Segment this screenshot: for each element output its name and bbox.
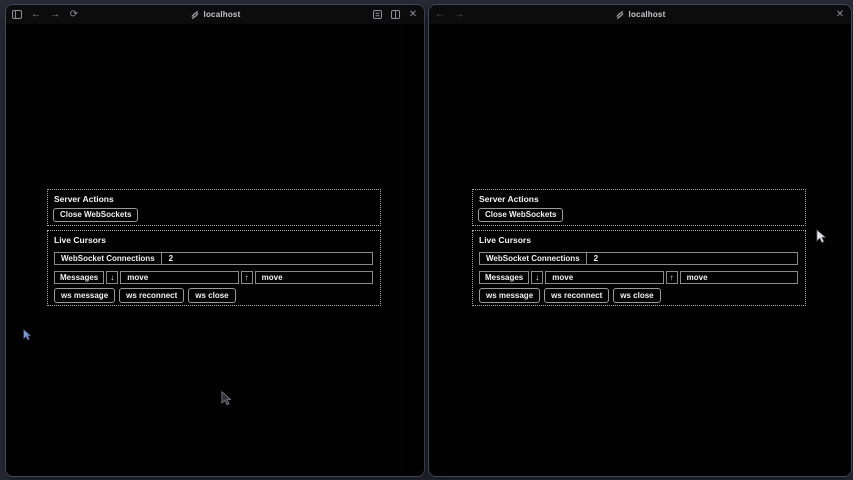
- connections-count: 2: [162, 253, 372, 264]
- received-message: move: [120, 271, 238, 284]
- received-message: move: [545, 271, 663, 284]
- messages-label: Messages: [479, 271, 529, 284]
- live-cursors-section: Live Cursors WebSocket Connections 2 Mes…: [47, 230, 381, 306]
- connections-count: 2: [587, 253, 797, 264]
- ws-close-button[interactable]: ws close: [613, 288, 660, 303]
- url-text[interactable]: localhost: [204, 10, 241, 19]
- ws-reconnect-button[interactable]: ws reconnect: [119, 288, 184, 303]
- close-icon[interactable]: ✕: [408, 10, 418, 20]
- arrow-up-icon: ↑: [241, 271, 253, 284]
- reload-icon[interactable]: ⟳: [69, 10, 79, 20]
- connections-row: WebSocket Connections 2: [479, 252, 798, 265]
- server-actions-section: Server Actions Close WebSockets: [47, 189, 381, 226]
- section-title: Live Cursors: [54, 235, 106, 245]
- sidebar-icon[interactable]: [12, 10, 22, 20]
- ws-buttons-row: ws message ws reconnect ws close: [479, 288, 661, 303]
- toolbar-right-group: ✕: [372, 10, 418, 20]
- split-view-icon[interactable]: [390, 10, 400, 20]
- sent-message: move: [680, 271, 798, 284]
- toolbar-right-group: ✕: [835, 10, 845, 20]
- page-content: Server Actions Close WebSockets Live Cur…: [6, 24, 424, 476]
- back-icon[interactable]: ←: [31, 10, 41, 20]
- section-title: Live Cursors: [479, 235, 531, 245]
- url-text[interactable]: localhost: [629, 10, 666, 19]
- live-cursors-section: Live Cursors WebSocket Connections 2 Mes…: [472, 230, 806, 306]
- ws-reconnect-button[interactable]: ws reconnect: [544, 288, 609, 303]
- toolbar-left-group: ← → ⟳: [12, 10, 79, 20]
- back-icon[interactable]: ←: [435, 10, 445, 20]
- section-title: Server Actions: [54, 194, 114, 204]
- messages-row: Messages ↓ move ↑ move: [54, 271, 373, 284]
- messages-label: Messages: [54, 271, 104, 284]
- close-websockets-button[interactable]: Close WebSockets: [53, 208, 138, 222]
- server-actions-section: Server Actions Close WebSockets: [472, 189, 806, 226]
- link-icon: [615, 10, 625, 20]
- browser-toolbar: ← → ⟳ localhost ✕: [6, 5, 424, 24]
- browser-window-left: ← → ⟳ localhost ✕ Server Actions Close W…: [5, 4, 425, 477]
- forward-icon[interactable]: →: [454, 10, 464, 20]
- ws-message-button[interactable]: ws message: [54, 288, 115, 303]
- arrow-up-icon: ↑: [666, 271, 678, 284]
- ws-close-button[interactable]: ws close: [188, 288, 235, 303]
- connections-label: WebSocket Connections: [55, 253, 162, 264]
- page-content: Server Actions Close WebSockets Live Cur…: [429, 24, 851, 476]
- browser-toolbar: ← → localhost ✕: [429, 5, 851, 24]
- sent-message: move: [255, 271, 373, 284]
- link-icon: [190, 10, 200, 20]
- messages-row: Messages ↓ move ↑ move: [479, 271, 798, 284]
- close-websockets-button[interactable]: Close WebSockets: [478, 208, 563, 222]
- ws-message-button[interactable]: ws message: [479, 288, 540, 303]
- forward-icon[interactable]: →: [50, 10, 60, 20]
- reader-icon[interactable]: [372, 10, 382, 20]
- arrow-down-icon: ↓: [106, 271, 118, 284]
- address-bar[interactable]: localhost: [429, 5, 851, 24]
- close-icon[interactable]: ✕: [835, 10, 845, 20]
- browser-window-right: ← → localhost ✕ Server Actions Close Web…: [428, 4, 852, 477]
- ws-buttons-row: ws message ws reconnect ws close: [54, 288, 236, 303]
- connections-label: WebSocket Connections: [480, 253, 587, 264]
- toolbar-left-group: ← →: [435, 10, 464, 20]
- section-title: Server Actions: [479, 194, 539, 204]
- connections-row: WebSocket Connections 2: [54, 252, 373, 265]
- arrow-down-icon: ↓: [531, 271, 543, 284]
